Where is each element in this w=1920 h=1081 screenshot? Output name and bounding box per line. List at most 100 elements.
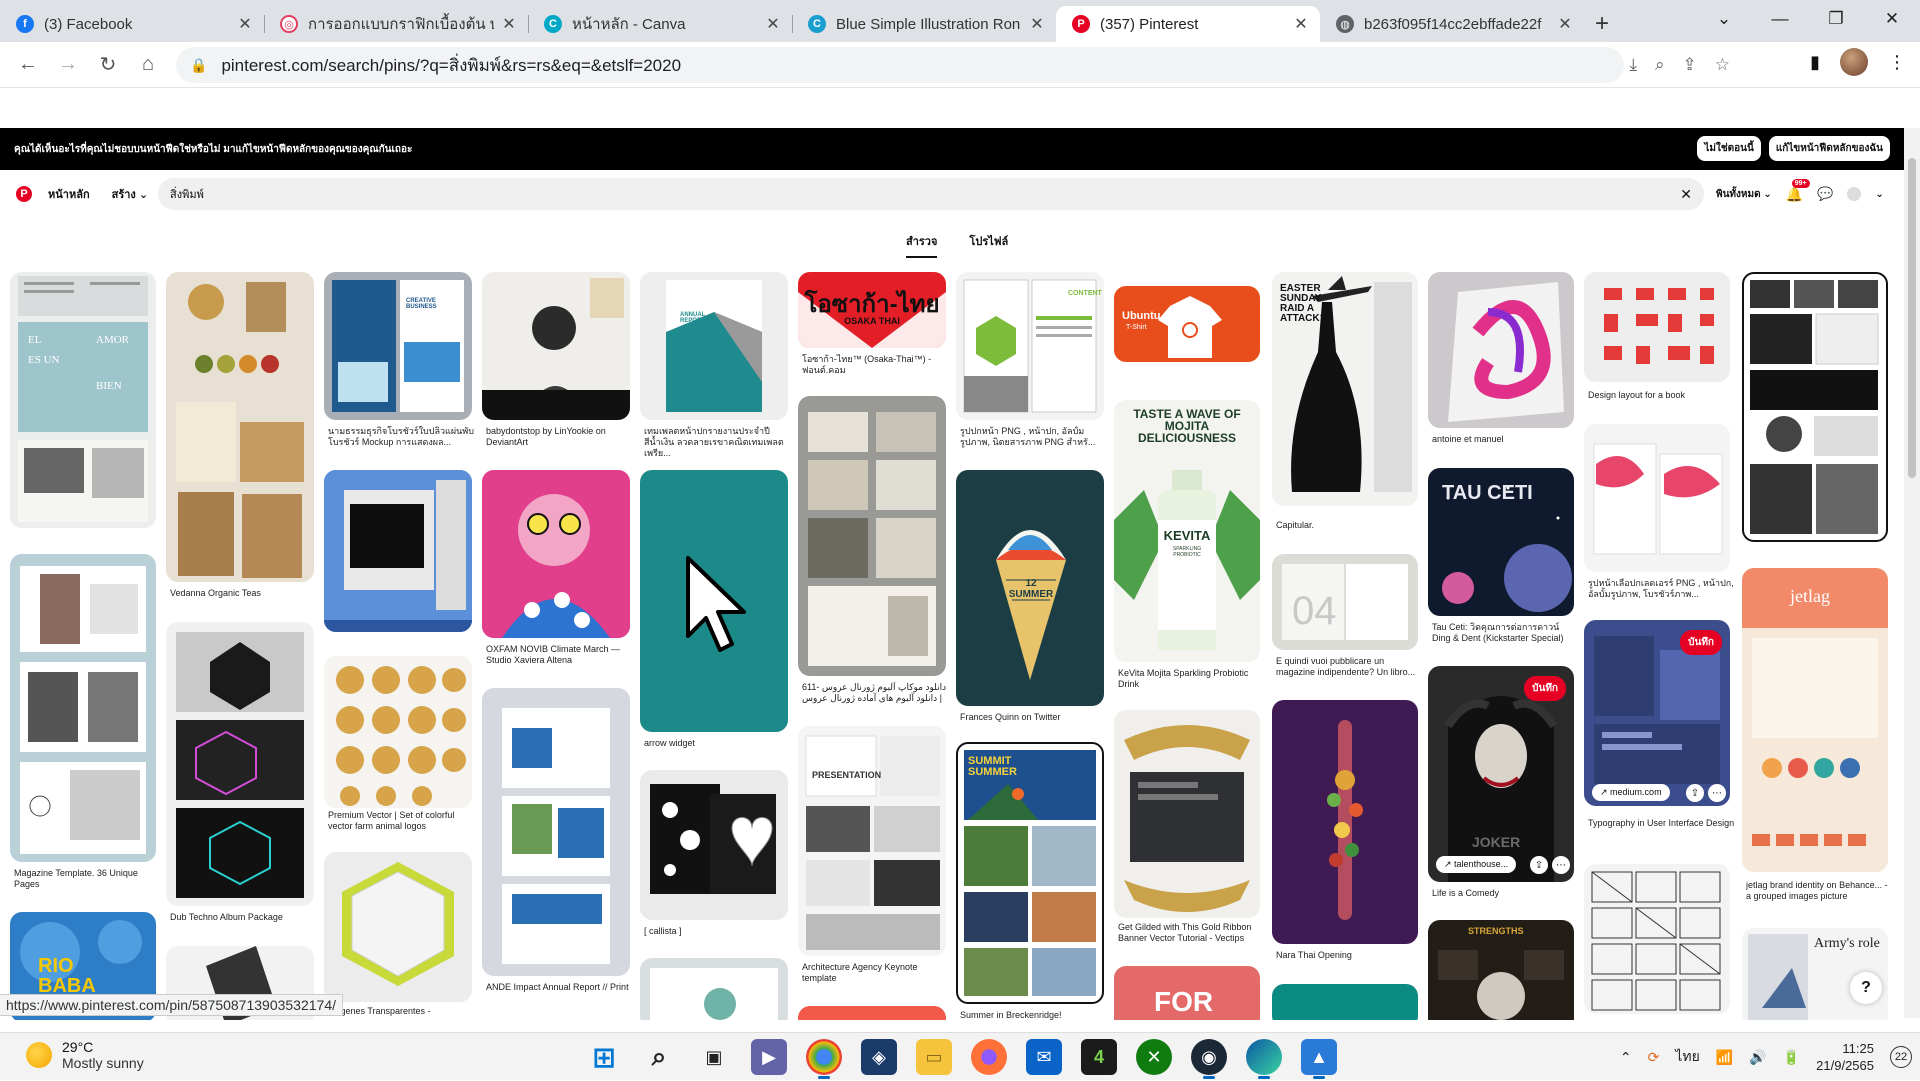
pin-card[interactable]: [640, 958, 788, 1020]
app-icon[interactable]: ◈: [861, 1039, 897, 1075]
pin-caption[interactable]: 611- دانلود موکاپ آلبوم ژورنال عروس | دا…: [802, 682, 950, 704]
pin-card[interactable]: [1742, 272, 1888, 542]
pin-card[interactable]: [1272, 984, 1418, 1020]
help-button[interactable]: ?: [1850, 972, 1882, 1004]
pin-caption[interactable]: Design layout for a book: [1588, 390, 1736, 401]
pin-caption[interactable]: Magazine Template. 36 Unique Pages: [14, 868, 162, 890]
pin-card[interactable]: [1584, 272, 1730, 382]
share-icon[interactable]: ⇪: [1530, 856, 1548, 874]
pin-card[interactable]: EASTER SUNDAY RAID A ATTACK?: [1272, 272, 1418, 506]
battery-icon[interactable]: 🔋: [1783, 1049, 1800, 1066]
search-icon[interactable]: ⌕: [641, 1039, 677, 1075]
pin-card[interactable]: [482, 272, 630, 420]
share-icon[interactable]: ⇪: [1686, 784, 1704, 802]
pin-card[interactable]: 04: [1272, 554, 1418, 650]
pin-card[interactable]: [798, 1006, 946, 1020]
pin-card[interactable]: บันทึก ↗ medium.com ⇪ ⋯: [1584, 620, 1730, 806]
pin-card[interactable]: JOKER บันทึก ↗ talenthouse... ⇪ ⋯: [1428, 666, 1574, 882]
pin-caption[interactable]: Life is a Comedy: [1432, 888, 1580, 899]
pin-card[interactable]: [1114, 710, 1260, 918]
pin-card[interactable]: PRESENTATION: [798, 726, 946, 956]
pin-caption[interactable]: E quindi vuoi pubblicare un magazine ind…: [1276, 656, 1424, 678]
save-button[interactable]: บันทึก: [1680, 630, 1722, 655]
pin-card[interactable]: [1584, 424, 1730, 572]
more-icon[interactable]: ⋯: [1708, 784, 1726, 802]
weather-widget[interactable]: 29°C Mostly sunny: [26, 1039, 144, 1071]
pin-card[interactable]: 12 SUMMER: [956, 470, 1104, 706]
pin-caption[interactable]: Nara Thai Opening: [1276, 950, 1424, 961]
pin-caption[interactable]: OXFAM NOVIB Climate March — Studio Xavie…: [486, 644, 634, 666]
app-icon[interactable]: 4: [1081, 1039, 1117, 1075]
firefox-icon[interactable]: [971, 1039, 1007, 1075]
notification-count[interactable]: 22: [1890, 1046, 1912, 1068]
volume-icon[interactable]: 🔊: [1749, 1049, 1766, 1066]
pin-caption[interactable]: Premium Vector | Set of colorful vector …: [328, 810, 476, 832]
pin-card[interactable]: SUMMIT SUMMER: [956, 742, 1104, 1004]
pin-card[interactable]: STRENGTHS: [1428, 920, 1574, 1020]
photos-icon[interactable]: ▲: [1301, 1039, 1337, 1079]
pin-card[interactable]: TASTE A WAVE OF MOJITA DELICIOUSNESS KEV…: [1114, 400, 1260, 662]
pin-caption[interactable]: รูปหน้าเลื่อปกเลดเอรร์ PNG , หน้าปก, อัล…: [1588, 578, 1736, 600]
page-scrollbar[interactable]: [1904, 128, 1920, 1018]
save-button[interactable]: บันทึก: [1524, 676, 1566, 701]
pin-card[interactable]: [640, 470, 788, 732]
pin-caption[interactable]: Summer in Breckenridge!: [960, 1010, 1108, 1020]
language-indicator[interactable]: ไทย: [1675, 1046, 1699, 1068]
pin-caption[interactable]: Frances Quinn on Twitter: [960, 712, 1108, 723]
start-windows-icon[interactable]: ⊞: [586, 1039, 622, 1075]
more-icon[interactable]: ⋯: [1552, 856, 1570, 874]
clock[interactable]: 11:25 21/9/2565: [1816, 1040, 1874, 1074]
pin-card[interactable]: FOR: [1114, 966, 1260, 1020]
pin-caption[interactable]: [ callista ]: [644, 926, 792, 937]
pin-card[interactable]: [1272, 700, 1418, 944]
pin-card[interactable]: [324, 470, 472, 632]
pin-caption[interactable]: Capitular.: [1276, 520, 1424, 531]
chrome-icon[interactable]: [806, 1039, 842, 1079]
pin-caption[interactable]: KeVita Mojita Sparkling Probiotic Drink: [1118, 668, 1266, 690]
pin-caption[interactable]: เทมเพลตหน้าปกรายงานประจำปี สีน้ำเงิน ลวด…: [644, 426, 792, 459]
pin-caption[interactable]: jetlag brand identity on Behance... - a …: [1746, 880, 1894, 902]
file-explorer-icon[interactable]: ▭: [916, 1039, 952, 1075]
pin-card[interactable]: Ubuntu T-Shirt: [1114, 286, 1260, 362]
pin-caption[interactable]: antoine et manuel: [1432, 434, 1580, 445]
pin-card[interactable]: CREATIVE BUSINESS: [324, 272, 472, 420]
pin-caption[interactable]: รูปปกหน้า PNG , หน้าปก, อัลบั้มรูปภาพ, น…: [960, 426, 1108, 448]
teams-chat-icon[interactable]: ▶: [751, 1039, 787, 1075]
pin-card[interactable]: [166, 272, 314, 582]
pin-caption[interactable]: ANDE Impact Annual Report // Print: [486, 982, 634, 993]
pin-caption[interactable]: arrow widget: [644, 738, 792, 749]
pin-card[interactable]: [1428, 272, 1574, 428]
talent-link[interactable]: ↗ talenthouse...: [1436, 856, 1517, 873]
pin-card[interactable]: [482, 470, 630, 638]
pin-caption[interactable]: ...agenes Transparentes -: [328, 1006, 476, 1017]
pin-card[interactable]: EL AMOR ES UN BIEN: [10, 272, 156, 528]
pin-caption[interactable]: นามธรรมธุรกิจโบรชัวร์ใบปลิวแผ่นพับโบรชัว…: [328, 426, 476, 448]
pin-caption[interactable]: Get Gilded with This Gold Ribbon Banner …: [1118, 922, 1266, 944]
mail-icon[interactable]: ✉: [1026, 1039, 1062, 1075]
pin-card[interactable]: TAU CETI: [1428, 468, 1574, 616]
scrollbar-thumb[interactable]: [1908, 158, 1916, 478]
pin-caption[interactable]: babydontstop by LinYookie on DeviantArt: [486, 426, 634, 448]
pin-card[interactable]: [324, 852, 472, 1002]
pin-caption[interactable]: โอซาก้า-ไทย™ (Osaka-Thai™) - ฟอนต์.คอม: [802, 354, 950, 376]
task-view-icon[interactable]: ▣: [696, 1039, 732, 1075]
medium-link[interactable]: ↗ medium.com: [1592, 784, 1670, 801]
pin-card[interactable]: jetlag: [1742, 568, 1888, 872]
pin-card[interactable]: [166, 622, 314, 906]
pin-card[interactable]: [324, 656, 472, 808]
pin-caption[interactable]: Tau Ceti: วิดคุณการต่อการดาวน์ Ding & De…: [1432, 622, 1580, 644]
steam-icon[interactable]: ◉: [1191, 1039, 1227, 1079]
pin-caption[interactable]: Vedanna Organic Teas: [170, 588, 318, 599]
pin-card[interactable]: [482, 688, 630, 976]
pin-caption[interactable]: Dub Techno Album Package: [170, 912, 318, 923]
wifi-icon[interactable]: 📶: [1716, 1049, 1733, 1066]
pin-card[interactable]: ANNUAL REPORT: [640, 272, 788, 420]
xbox-icon[interactable]: ✕: [1136, 1039, 1172, 1075]
pin-caption[interactable]: Typography in User Interface Design: [1588, 818, 1736, 829]
pin-card[interactable]: [640, 770, 788, 920]
chevron-up-icon[interactable]: ⌃: [1620, 1049, 1632, 1066]
pin-card[interactable]: [10, 554, 156, 862]
sync-icon[interactable]: ⟳: [1648, 1049, 1660, 1066]
edge-icon[interactable]: [1246, 1039, 1282, 1079]
pin-card[interactable]: [1584, 864, 1730, 1014]
